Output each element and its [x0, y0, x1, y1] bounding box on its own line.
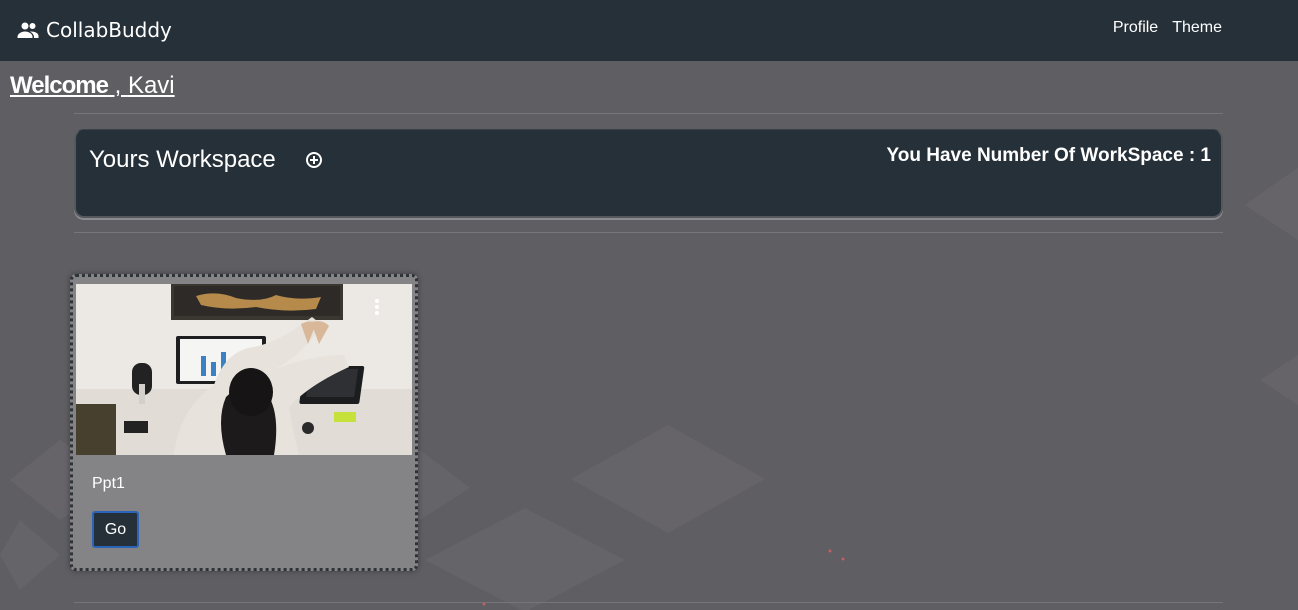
- workspace-header: Yours Workspace You Have Number Of WorkS…: [74, 129, 1223, 218]
- divider: [74, 113, 1223, 114]
- nav-links: Profile Theme: [1113, 19, 1222, 37]
- workspace-image: [76, 284, 412, 455]
- brand-logo[interactable]: CollabBuddy: [16, 18, 172, 42]
- workspace-title: Yours Workspace: [89, 146, 276, 173]
- welcome-separator: ,: [107, 72, 128, 99]
- workspace-name: Ppt1: [92, 475, 125, 492]
- welcome-message: Welcome , Kavi: [10, 72, 175, 100]
- workspace-count: You Have Number Of WorkSpace : 1: [886, 145, 1212, 166]
- divider: [74, 232, 1223, 233]
- user-name: Kavi: [127, 72, 175, 99]
- nav-link-theme[interactable]: Theme: [1172, 19, 1222, 37]
- people-icon: [17, 22, 39, 38]
- welcome-greeting: Welcome: [10, 72, 109, 99]
- brand-name: CollabBuddy: [46, 18, 172, 42]
- go-button[interactable]: Go: [92, 511, 139, 548]
- more-vertical-icon[interactable]: [374, 299, 380, 319]
- workspace-card: Ppt1 Go: [70, 274, 418, 571]
- add-circle-icon[interactable]: [306, 152, 322, 168]
- nav-link-profile[interactable]: Profile: [1113, 19, 1158, 37]
- top-navbar: CollabBuddy Profile Theme: [0, 0, 1298, 61]
- divider: [74, 602, 1223, 603]
